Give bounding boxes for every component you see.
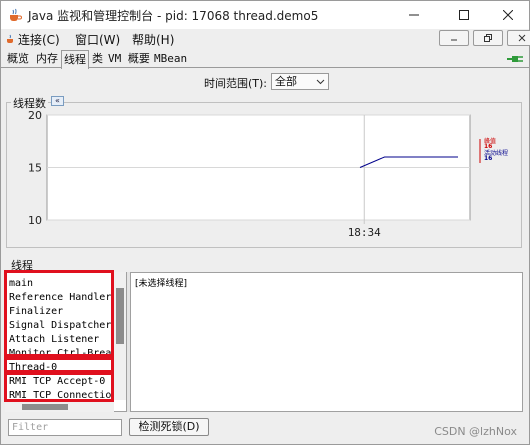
chevron-down-icon [316,79,325,85]
minimize-icon [409,14,419,16]
connection-plug-icon[interactable] [507,53,523,65]
detect-deadlock-button[interactable]: 检测死锁(D) [129,418,209,436]
highlight-box-thread-0 [4,357,114,373]
collapse-chart-button[interactable]: « [51,96,64,106]
thread-detail-pane: [未选择线程] [130,272,523,412]
frame-restore-button[interactable] [473,30,503,46]
thread-list-horizontal-scrollbar[interactable] [5,401,114,412]
window-minimize-button[interactable] [391,1,437,29]
thread-filter-input[interactable] [8,419,122,436]
frame-close-button[interactable] [507,30,530,46]
scrollbar-thumb[interactable] [22,404,68,410]
window-maximize-button[interactable] [441,1,487,29]
thread-list-vertical-scrollbar[interactable] [114,272,126,400]
menu-connection[interactable]: 连接(C) [18,31,60,48]
menu-window[interactable]: 窗口(W) [75,31,120,48]
highlight-box-system-threads [4,270,114,357]
close-icon [503,10,513,20]
tab-vm-summary[interactable]: VM 概要 [106,50,152,68]
window-close-button[interactable] [485,1,530,29]
java-cup-icon [10,8,22,21]
legend-value: 16 [484,155,492,162]
maximize-icon [459,10,469,20]
thread-count-chart: 20151018:34峰值16活动线程16 [28,109,508,239]
tab-mbean[interactable]: MBean [152,50,189,68]
restore-icon [484,34,492,42]
tab-threads[interactable]: 线程 [61,50,89,69]
menu-help[interactable]: 帮助(H) [132,31,174,48]
thread-detail-text: [未选择线程] [135,279,188,289]
tab-memory[interactable]: 内存 [34,50,60,68]
highlight-box-rmi-threads [4,372,114,402]
close-icon [518,34,526,42]
title-bar: Java 监视和管理控制台 - pid: 17068 thread.demo5 [1,1,529,29]
scrollbar-thumb[interactable] [116,288,124,344]
thread-count-chart-panel: 20 15 10 18:34 峰值 16 活动线程 16 [6,102,522,248]
time-range-select[interactable]: 全部 [271,73,329,90]
app-window: Java 监视和管理控制台 - pid: 17068 thread.demo5 … [0,0,530,445]
tab-bar: 概览 内存 线程 类 VM 概要 MBean [1,50,529,69]
legend-value: 16 [484,143,492,150]
watermark: CSDN @lzhNox [434,425,517,438]
time-range-value: 全部 [275,75,297,88]
window-title: Java 监视和管理控制台 - pid: 17068 thread.demo5 [28,9,319,23]
y-tick-label: 15 [28,162,42,175]
frame-minimize-button[interactable] [439,30,469,46]
chart-panel-title: 线程数 [11,95,48,111]
minimize-icon [451,39,457,41]
tab-classes[interactable]: 类 [90,50,105,68]
time-range-label: 时间范围(T): [204,77,268,90]
x-tick-label: 18:34 [348,226,381,239]
tab-overview[interactable]: 概览 [5,50,31,68]
y-tick-label: 10 [28,214,42,227]
java-menu-icon [7,34,13,43]
